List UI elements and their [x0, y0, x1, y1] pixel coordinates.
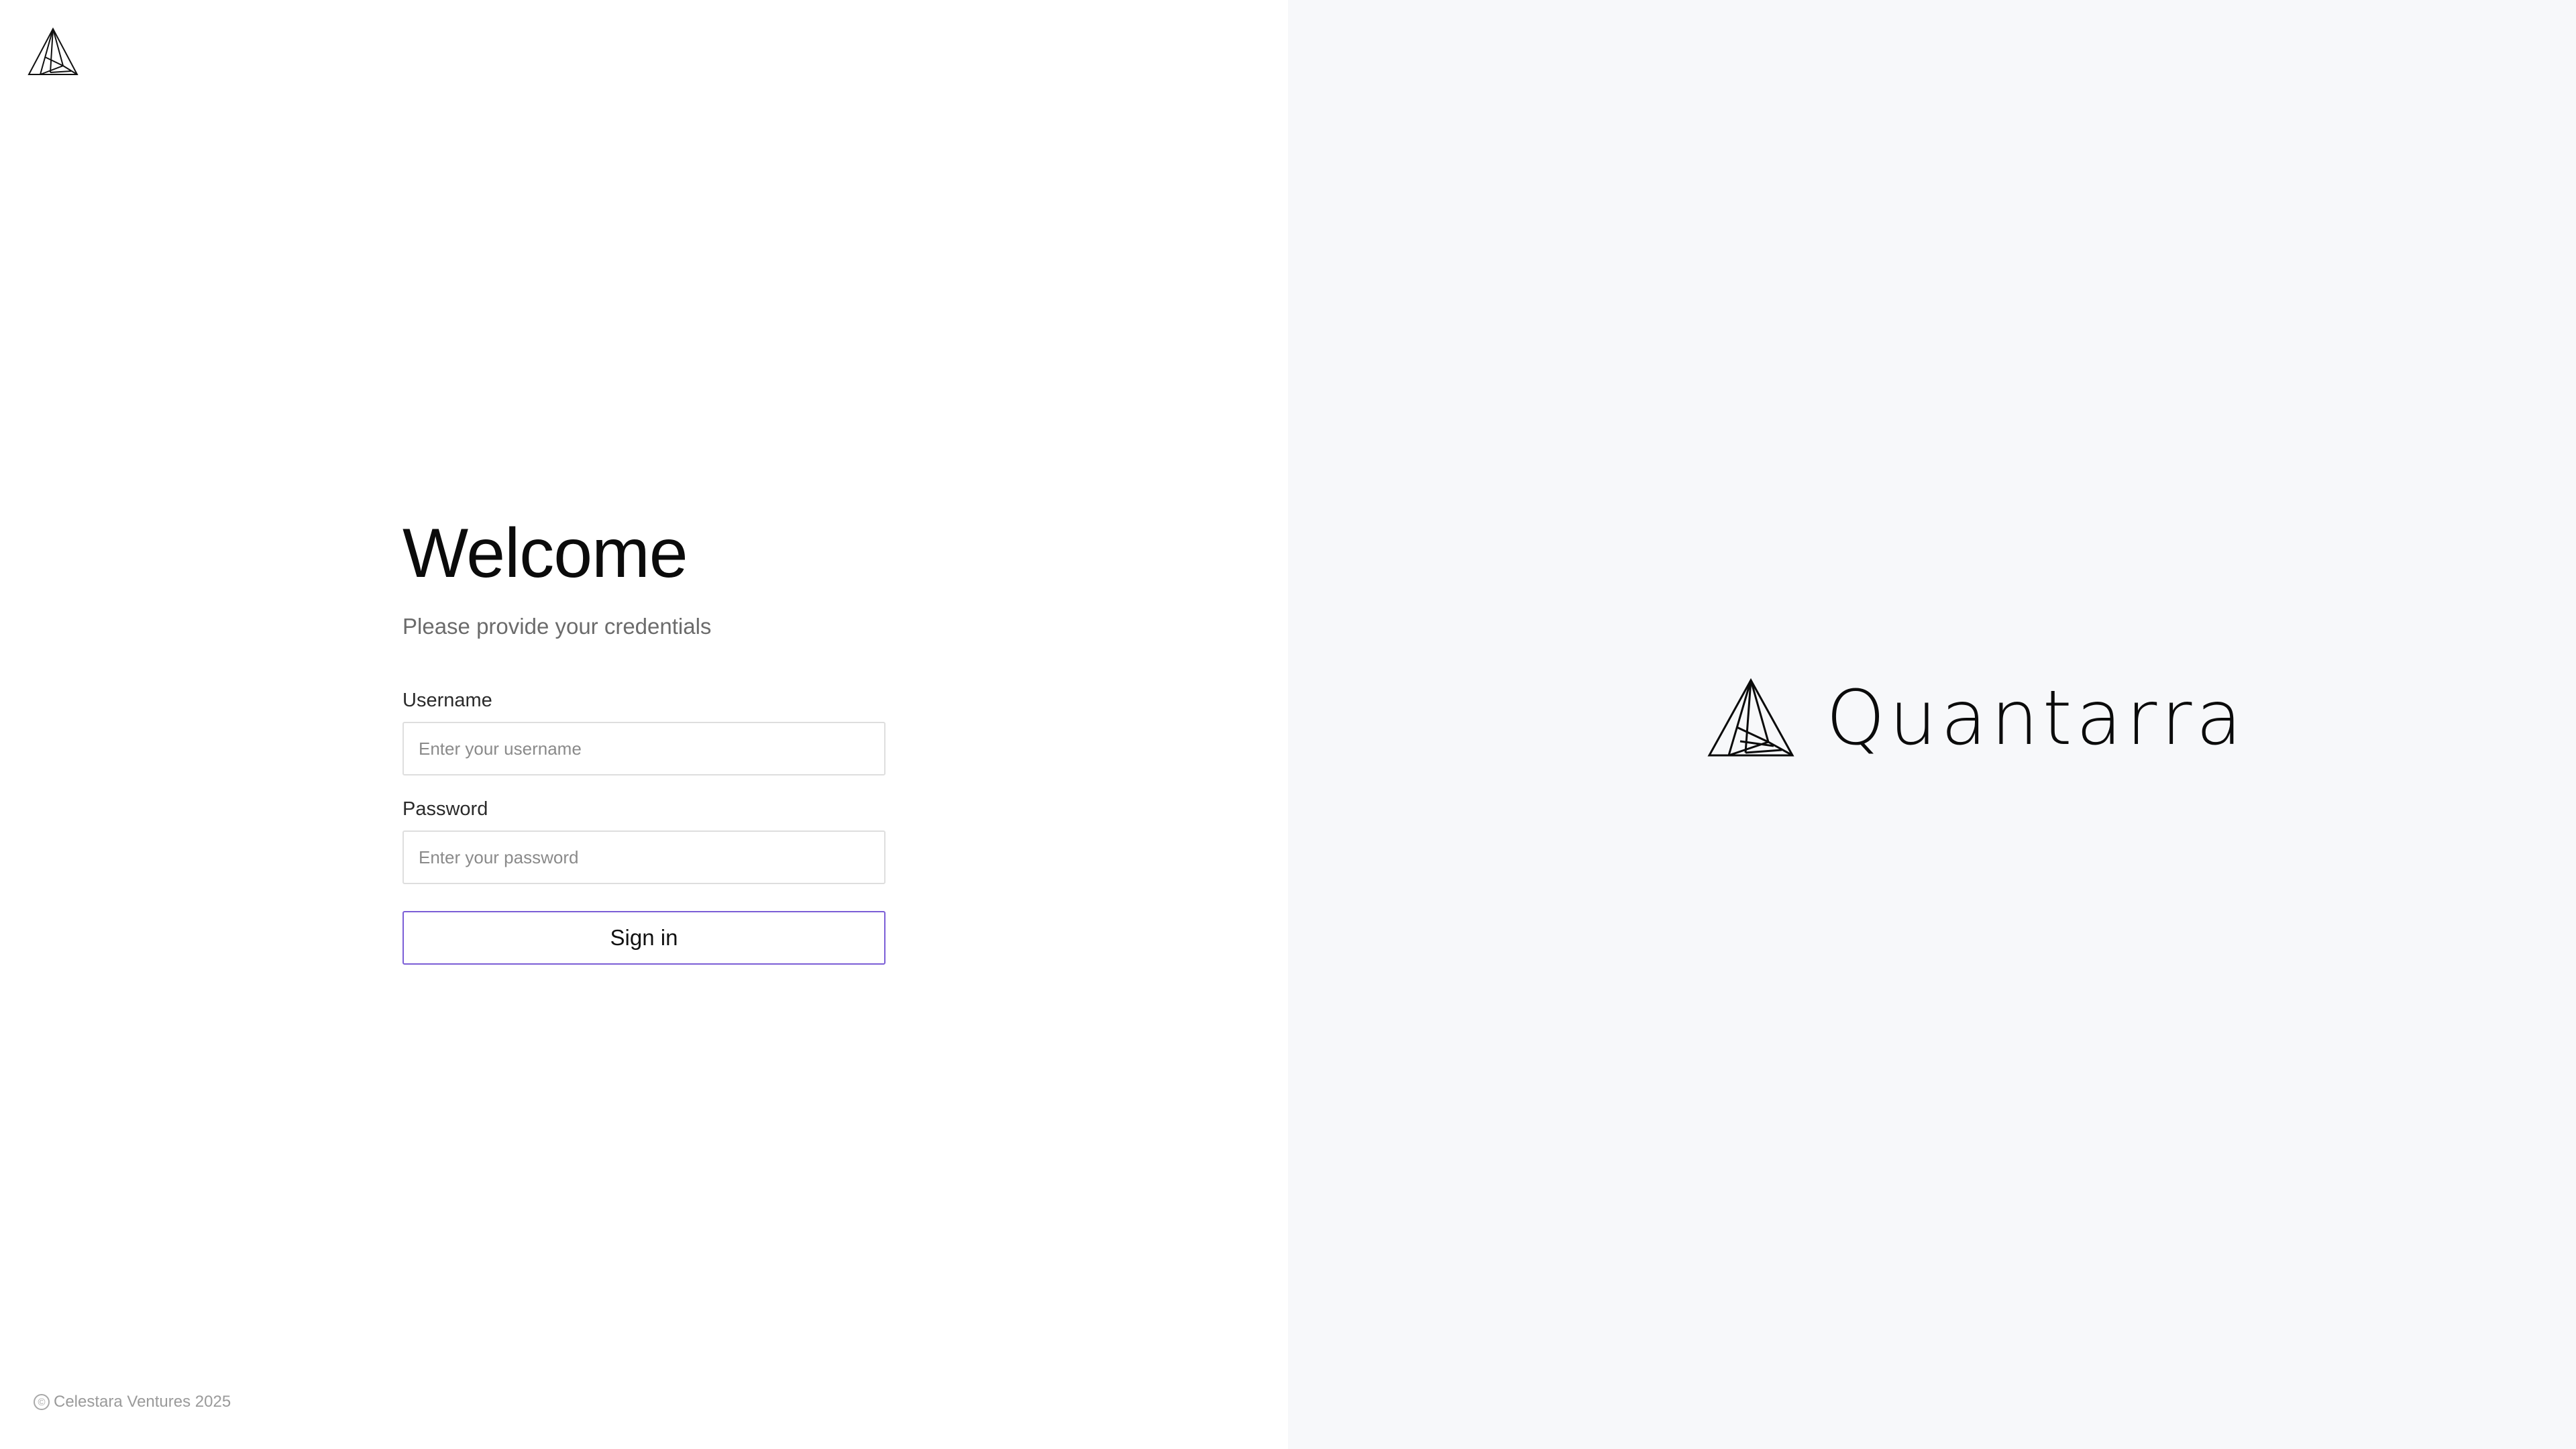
password-label: Password — [402, 798, 488, 820]
password-input[interactable] — [402, 830, 885, 884]
brand-name: Quantarra — [1826, 675, 2247, 762]
login-page: Welcome Please provide your credentials … — [0, 0, 2576, 1449]
sign-in-button[interactable]: Sign in — [402, 911, 885, 965]
triangle-logo-icon — [1707, 678, 1795, 759]
copyright-icon: © — [34, 1394, 50, 1410]
login-form: Welcome Please provide your credentials … — [402, 510, 885, 965]
brand-lockup: Quantarra — [1707, 678, 2246, 759]
page-title: Welcome — [402, 515, 688, 592]
login-panel: Welcome Please provide your credentials … — [0, 0, 1288, 1449]
username-input[interactable] — [402, 722, 885, 775]
brand-panel: Quantarra — [1288, 0, 2576, 1449]
username-label: Username — [402, 690, 492, 711]
triangle-logo-icon — [27, 27, 79, 76]
copyright-text: Celestara Ventures 2025 — [54, 1393, 231, 1411]
footer: © Celestara Ventures 2025 — [34, 1393, 231, 1411]
page-subtitle: Please provide your credentials — [402, 614, 712, 639]
